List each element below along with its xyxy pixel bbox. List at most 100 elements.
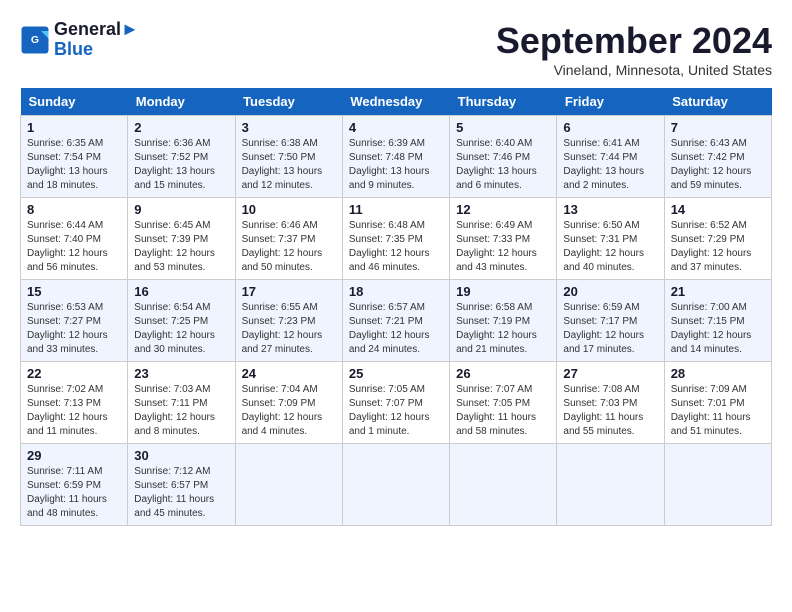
calendar-cell: 14 Sunrise: 6:52 AM Sunset: 7:29 PM Dayl… (664, 198, 771, 280)
calendar-cell (664, 444, 771, 526)
col-friday: Friday (557, 88, 664, 116)
day-number: 25 (349, 366, 443, 381)
calendar-cell: 1 Sunrise: 6:35 AM Sunset: 7:54 PM Dayli… (21, 116, 128, 198)
day-number: 24 (242, 366, 336, 381)
page-header: G General► Blue September 2024 Vineland,… (20, 20, 772, 78)
day-number: 13 (563, 202, 657, 217)
day-number: 30 (134, 448, 228, 463)
calendar-header-row: Sunday Monday Tuesday Wednesday Thursday… (21, 88, 772, 116)
calendar-week-4: 22 Sunrise: 7:02 AM Sunset: 7:13 PM Dayl… (21, 362, 772, 444)
calendar-cell: 23 Sunrise: 7:03 AM Sunset: 7:11 PM Dayl… (128, 362, 235, 444)
day-number: 12 (456, 202, 550, 217)
calendar-cell: 3 Sunrise: 6:38 AM Sunset: 7:50 PM Dayli… (235, 116, 342, 198)
day-number: 29 (27, 448, 121, 463)
day-number: 9 (134, 202, 228, 217)
calendar-cell: 16 Sunrise: 6:54 AM Sunset: 7:25 PM Dayl… (128, 280, 235, 362)
calendar-cell: 20 Sunrise: 6:59 AM Sunset: 7:17 PM Dayl… (557, 280, 664, 362)
month-title: September 2024 (496, 20, 772, 62)
calendar-cell (342, 444, 449, 526)
day-info: Sunrise: 6:46 AM Sunset: 7:37 PM Dayligh… (242, 219, 336, 275)
day-info: Sunrise: 7:08 AM Sunset: 7:03 PM Dayligh… (563, 383, 657, 439)
day-info: Sunrise: 6:49 AM Sunset: 7:33 PM Dayligh… (456, 219, 550, 275)
calendar-cell: 11 Sunrise: 6:48 AM Sunset: 7:35 PM Dayl… (342, 198, 449, 280)
calendar-cell: 9 Sunrise: 6:45 AM Sunset: 7:39 PM Dayli… (128, 198, 235, 280)
day-info: Sunrise: 7:07 AM Sunset: 7:05 PM Dayligh… (456, 383, 550, 439)
day-info: Sunrise: 6:48 AM Sunset: 7:35 PM Dayligh… (349, 219, 443, 275)
day-info: Sunrise: 6:35 AM Sunset: 7:54 PM Dayligh… (27, 137, 121, 193)
day-number: 4 (349, 120, 443, 135)
day-number: 10 (242, 202, 336, 217)
calendar-cell: 17 Sunrise: 6:55 AM Sunset: 7:23 PM Dayl… (235, 280, 342, 362)
day-info: Sunrise: 6:59 AM Sunset: 7:17 PM Dayligh… (563, 301, 657, 357)
day-number: 1 (27, 120, 121, 135)
day-info: Sunrise: 6:55 AM Sunset: 7:23 PM Dayligh… (242, 301, 336, 357)
day-number: 28 (671, 366, 765, 381)
day-number: 11 (349, 202, 443, 217)
day-number: 22 (27, 366, 121, 381)
day-info: Sunrise: 6:36 AM Sunset: 7:52 PM Dayligh… (134, 137, 228, 193)
day-info: Sunrise: 7:05 AM Sunset: 7:07 PM Dayligh… (349, 383, 443, 439)
day-info: Sunrise: 6:40 AM Sunset: 7:46 PM Dayligh… (456, 137, 550, 193)
calendar-cell: 8 Sunrise: 6:44 AM Sunset: 7:40 PM Dayli… (21, 198, 128, 280)
day-number: 5 (456, 120, 550, 135)
day-info: Sunrise: 6:39 AM Sunset: 7:48 PM Dayligh… (349, 137, 443, 193)
day-number: 16 (134, 284, 228, 299)
day-info: Sunrise: 6:45 AM Sunset: 7:39 PM Dayligh… (134, 219, 228, 275)
calendar-cell: 4 Sunrise: 6:39 AM Sunset: 7:48 PM Dayli… (342, 116, 449, 198)
day-number: 19 (456, 284, 550, 299)
col-saturday: Saturday (664, 88, 771, 116)
day-number: 7 (671, 120, 765, 135)
day-number: 2 (134, 120, 228, 135)
day-number: 21 (671, 284, 765, 299)
title-area: September 2024 Vineland, Minnesota, Unit… (496, 20, 772, 78)
day-number: 8 (27, 202, 121, 217)
calendar-table: Sunday Monday Tuesday Wednesday Thursday… (20, 88, 772, 526)
col-sunday: Sunday (21, 88, 128, 116)
day-number: 3 (242, 120, 336, 135)
day-number: 27 (563, 366, 657, 381)
calendar-cell: 5 Sunrise: 6:40 AM Sunset: 7:46 PM Dayli… (450, 116, 557, 198)
calendar-cell: 27 Sunrise: 7:08 AM Sunset: 7:03 PM Dayl… (557, 362, 664, 444)
calendar-cell: 2 Sunrise: 6:36 AM Sunset: 7:52 PM Dayli… (128, 116, 235, 198)
calendar-cell: 13 Sunrise: 6:50 AM Sunset: 7:31 PM Dayl… (557, 198, 664, 280)
calendar-cell (450, 444, 557, 526)
calendar-cell (235, 444, 342, 526)
calendar-cell: 26 Sunrise: 7:07 AM Sunset: 7:05 PM Dayl… (450, 362, 557, 444)
calendar-cell: 29 Sunrise: 7:11 AM Sunset: 6:59 PM Dayl… (21, 444, 128, 526)
day-info: Sunrise: 6:58 AM Sunset: 7:19 PM Dayligh… (456, 301, 550, 357)
calendar-cell: 22 Sunrise: 7:02 AM Sunset: 7:13 PM Dayl… (21, 362, 128, 444)
calendar-cell: 6 Sunrise: 6:41 AM Sunset: 7:44 PM Dayli… (557, 116, 664, 198)
calendar-cell: 7 Sunrise: 6:43 AM Sunset: 7:42 PM Dayli… (664, 116, 771, 198)
day-info: Sunrise: 6:54 AM Sunset: 7:25 PM Dayligh… (134, 301, 228, 357)
calendar-week-5: 29 Sunrise: 7:11 AM Sunset: 6:59 PM Dayl… (21, 444, 772, 526)
day-info: Sunrise: 6:53 AM Sunset: 7:27 PM Dayligh… (27, 301, 121, 357)
day-info: Sunrise: 6:44 AM Sunset: 7:40 PM Dayligh… (27, 219, 121, 275)
day-info: Sunrise: 7:11 AM Sunset: 6:59 PM Dayligh… (27, 465, 121, 521)
day-info: Sunrise: 7:02 AM Sunset: 7:13 PM Dayligh… (27, 383, 121, 439)
calendar-cell: 21 Sunrise: 7:00 AM Sunset: 7:15 PM Dayl… (664, 280, 771, 362)
day-number: 6 (563, 120, 657, 135)
col-monday: Monday (128, 88, 235, 116)
day-number: 17 (242, 284, 336, 299)
logo-icon: G (20, 25, 50, 55)
day-info: Sunrise: 7:09 AM Sunset: 7:01 PM Dayligh… (671, 383, 765, 439)
day-info: Sunrise: 6:57 AM Sunset: 7:21 PM Dayligh… (349, 301, 443, 357)
calendar-cell: 15 Sunrise: 6:53 AM Sunset: 7:27 PM Dayl… (21, 280, 128, 362)
svg-text:G: G (31, 34, 39, 46)
day-info: Sunrise: 7:00 AM Sunset: 7:15 PM Dayligh… (671, 301, 765, 357)
day-info: Sunrise: 6:41 AM Sunset: 7:44 PM Dayligh… (563, 137, 657, 193)
calendar-cell: 18 Sunrise: 6:57 AM Sunset: 7:21 PM Dayl… (342, 280, 449, 362)
day-number: 26 (456, 366, 550, 381)
col-wednesday: Wednesday (342, 88, 449, 116)
day-info: Sunrise: 6:38 AM Sunset: 7:50 PM Dayligh… (242, 137, 336, 193)
day-number: 23 (134, 366, 228, 381)
calendar-cell: 25 Sunrise: 7:05 AM Sunset: 7:07 PM Dayl… (342, 362, 449, 444)
calendar-cell: 28 Sunrise: 7:09 AM Sunset: 7:01 PM Dayl… (664, 362, 771, 444)
day-info: Sunrise: 7:04 AM Sunset: 7:09 PM Dayligh… (242, 383, 336, 439)
day-number: 20 (563, 284, 657, 299)
logo: G General► Blue (20, 20, 139, 60)
col-thursday: Thursday (450, 88, 557, 116)
calendar-week-3: 15 Sunrise: 6:53 AM Sunset: 7:27 PM Dayl… (21, 280, 772, 362)
calendar-cell: 12 Sunrise: 6:49 AM Sunset: 7:33 PM Dayl… (450, 198, 557, 280)
day-info: Sunrise: 7:12 AM Sunset: 6:57 PM Dayligh… (134, 465, 228, 521)
